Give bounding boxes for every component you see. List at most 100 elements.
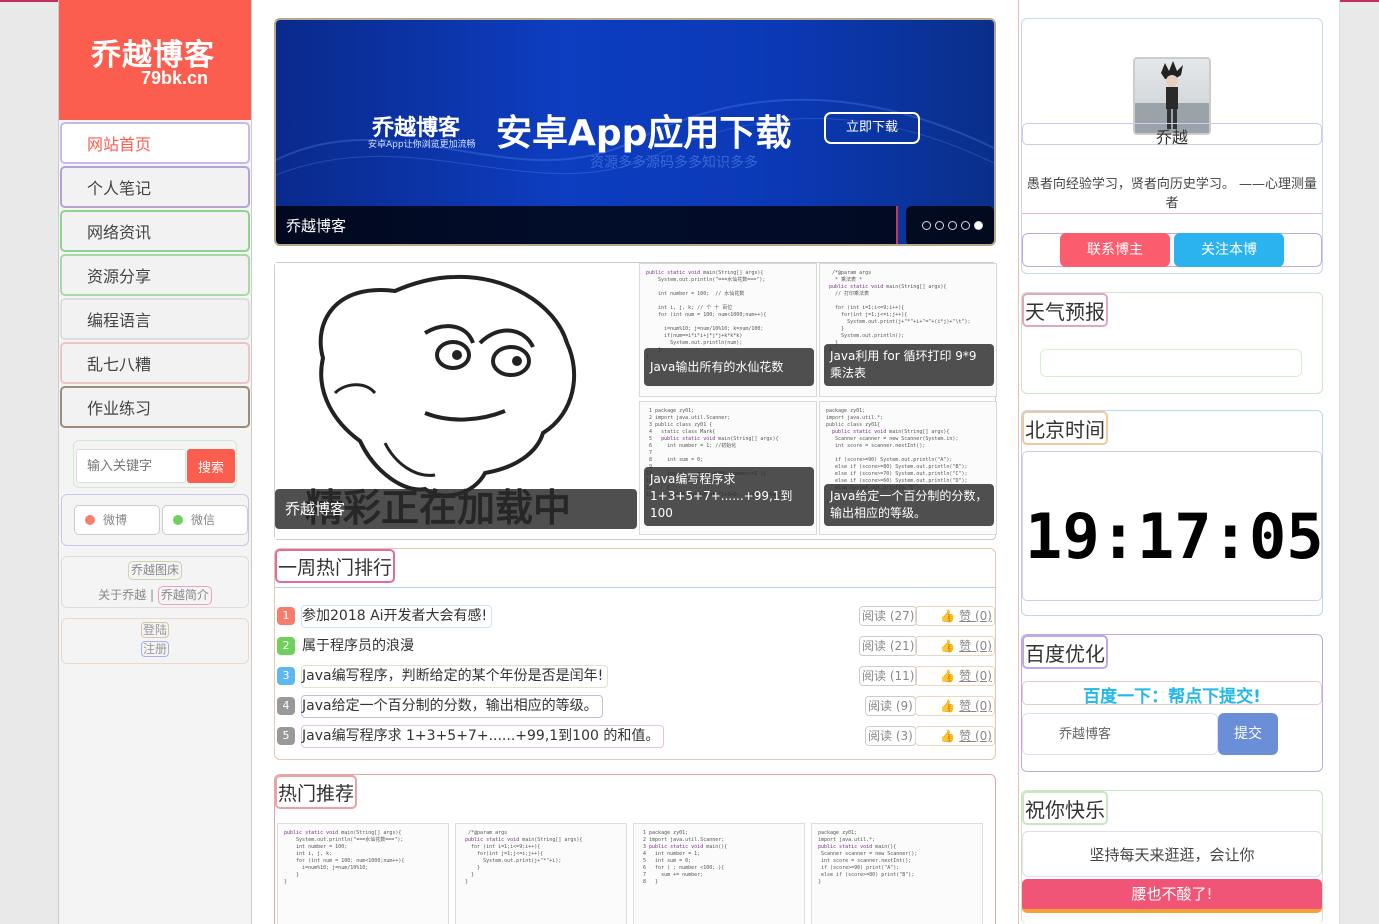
rank-number: 5 xyxy=(277,727,295,745)
thumbs-up-icon: 👍 xyxy=(940,609,960,623)
about-label: 关于乔越 xyxy=(98,588,147,602)
search-box: 搜索 xyxy=(73,440,237,488)
featured-card[interactable]: public static void main(String[] args){ … xyxy=(639,263,817,397)
thumbs-up-icon: 👍 xyxy=(940,639,960,653)
thumbs-up-icon: 👍 xyxy=(940,669,960,683)
rank-title[interactable]: Java编写程序求 1+3+5+7+......+99,1到100 的和值。 xyxy=(301,725,665,748)
banner-headline: 安卓App应用下载 xyxy=(496,113,792,154)
like-button[interactable]: 👍 赞 (0) xyxy=(915,726,995,746)
nav-homework[interactable]: 作业练习 xyxy=(60,386,250,428)
main-content: 乔越博客 安卓App让你浏览更加流畅 安卓App应用下载 资源多多源码多多知识多… xyxy=(252,0,1020,924)
right-sidebar: 乔越 愚者向经验学习，贤者向历史学习。 ——心理测量者 联系博主 关注本博 天气… xyxy=(1018,0,1340,924)
read-count: 阅读 (3) xyxy=(865,726,916,746)
banner-caption[interactable]: 乔越博客 xyxy=(276,206,898,244)
slider-dot[interactable] xyxy=(961,221,970,230)
like-count: 赞 (0) xyxy=(959,699,992,713)
slider-dot-active[interactable] xyxy=(974,221,983,230)
featured-card[interactable]: package zy01; import java.util.*; public… xyxy=(819,401,997,535)
code-screenshot: package zy01; import java.util.*; public… xyxy=(818,830,918,885)
weibo-button[interactable]: 微博 xyxy=(74,505,160,535)
like-button[interactable]: 👍 赞 (0) xyxy=(915,606,995,626)
nav-home[interactable]: 网站首页 xyxy=(60,122,250,164)
slider-dot[interactable] xyxy=(935,221,944,230)
featured-card[interactable]: /*@param args * 乘法表 * public static void… xyxy=(819,263,997,397)
rank-title[interactable]: 参加2018 Ai开发者大会有感! xyxy=(301,605,493,628)
rank-number: 4 xyxy=(277,697,295,715)
weibo-label: 微博 xyxy=(103,513,128,527)
nav-resources[interactable]: 资源分享 xyxy=(60,254,250,296)
site-logo[interactable]: 乔越博客 79bk.cn xyxy=(59,0,251,120)
like-button[interactable]: 👍 赞 (0) xyxy=(915,696,995,716)
slider-dots xyxy=(906,206,994,244)
search-input[interactable] xyxy=(76,449,186,483)
like-count: 赞 (0) xyxy=(959,639,992,653)
seo-panel: 百度优化 百度一下：帮点下提交! 乔越博客 提交 xyxy=(1021,634,1323,772)
featured-card-caption: Java编写程序求 1+3+5+7+......+99,1到100 xyxy=(644,467,814,526)
nav-misc[interactable]: 乱七八糟 xyxy=(60,342,250,384)
weibo-icon xyxy=(85,515,95,525)
download-button[interactable]: 立即下载 xyxy=(824,112,920,144)
read-count: 阅读 (11) xyxy=(859,666,918,686)
nav-programming[interactable]: 编程语言 xyxy=(60,298,250,340)
profile-card: 乔越 愚者向经验学习，贤者向历史学习。 ——心理测量者 联系博主 关注本博 xyxy=(1021,18,1323,274)
rank-title[interactable]: 属于程序员的浪漫 xyxy=(301,635,419,658)
like-button[interactable]: 👍 赞 (0) xyxy=(915,636,995,656)
nav-notes[interactable]: 个人笔记 xyxy=(60,166,250,208)
weekly-ranking-title: 一周热门排行 xyxy=(275,549,396,583)
ranking-item[interactable]: 1 参加2018 Ai开发者大会有感! 阅读 (27) 👍 赞 (0) xyxy=(275,605,995,631)
seo-headline: 百度一下：帮点下提交! xyxy=(1022,681,1322,707)
weixin-label: 微信 xyxy=(191,513,216,527)
weather-title: 天气预报 xyxy=(1022,293,1108,327)
weixin-icon xyxy=(173,515,183,525)
seo-input[interactable]: 乔越博客 xyxy=(1022,713,1218,755)
seo-title: 百度优化 xyxy=(1022,635,1108,669)
auth-links: 登陆 注册 xyxy=(61,618,249,664)
about-link[interactable]: 乔越简介 xyxy=(157,586,212,605)
featured-grid: 精彩正在加载中 乔越博客 public static void main(Str… xyxy=(274,262,997,540)
recommend-card[interactable]: 1 package zy01; 2 import java.util.Scann… xyxy=(633,823,805,924)
seo-submit-button[interactable]: 提交 xyxy=(1218,713,1278,755)
ranking-item[interactable]: 3 Java编写程序，判断给定的某个年份是否是闰年! 阅读 (11) 👍 赞 (… xyxy=(275,665,995,691)
rank-number: 3 xyxy=(277,667,295,685)
code-screenshot: /*@param args public static void main(St… xyxy=(465,830,583,885)
left-sidebar: 乔越博客 79bk.cn 网站首页 个人笔记 网络资讯 资源分享 编程语言 乱七… xyxy=(58,0,252,924)
featured-main-caption: 乔越博客 xyxy=(275,489,637,529)
link-divider: | xyxy=(149,588,158,602)
nav-news[interactable]: 网络资讯 xyxy=(60,210,250,252)
weather-widget xyxy=(1040,349,1302,377)
social-links: 微博 微信 xyxy=(61,494,249,546)
rank-number: 2 xyxy=(277,637,295,655)
avatar-image xyxy=(1135,61,1209,133)
weather-panel: 天气预报 xyxy=(1021,292,1323,394)
login-link[interactable]: 登陆 xyxy=(140,622,169,638)
featured-card[interactable]: 1 package zy01; 2 import java.util.Scann… xyxy=(639,401,817,535)
hot-recommend-panel: 热门推荐 public static void main(String[] ar… xyxy=(274,774,996,924)
banner-slider[interactable]: 乔越博客 安卓App让你浏览更加流畅 安卓App应用下载 资源多多源码多多知识多… xyxy=(274,18,996,246)
gallery-link[interactable]: 乔越图床 xyxy=(127,561,182,580)
recommend-card[interactable]: public static void main(String[] args){ … xyxy=(277,823,449,924)
slider-dot[interactable] xyxy=(948,221,957,230)
featured-main[interactable]: 精彩正在加载中 乔越博客 xyxy=(275,263,637,539)
greeting-line2: 腰也不酸了! xyxy=(1022,879,1322,913)
like-button[interactable]: 👍 赞 (0) xyxy=(915,666,995,686)
ranking-item[interactable]: 2 属于程序员的浪漫 阅读 (21) 👍 赞 (0) xyxy=(275,635,995,661)
recommend-card[interactable]: /*@param args public static void main(St… xyxy=(455,823,627,924)
search-button[interactable]: 搜索 xyxy=(187,449,235,483)
slider-dot[interactable] xyxy=(922,221,931,230)
ranking-item[interactable]: 4 Java给定一个百分制的分数，输出相应的等级。 阅读 (9) 👍 赞 (0) xyxy=(275,695,995,721)
code-screenshot: /*@param args * 乘法表 * public static void… xyxy=(829,270,971,353)
follow-button[interactable]: 关注本博 xyxy=(1174,233,1284,267)
divider xyxy=(275,587,995,605)
greeting-line1: 坚持每天来逛逛，会让你 xyxy=(1022,831,1322,877)
rank-title[interactable]: Java给定一个百分制的分数，输出相应的等级。 xyxy=(301,695,603,718)
weixin-button[interactable]: 微信 xyxy=(162,505,248,535)
rank-number: 1 xyxy=(277,607,295,625)
site-domain: 79bk.cn xyxy=(141,68,209,88)
greeting-title: 祝你快乐 xyxy=(1022,791,1108,825)
rank-title[interactable]: Java编写程序，判断给定的某个年份是否是闰年! xyxy=(301,665,609,688)
recommend-card[interactable]: package zy01; import java.util.*; public… xyxy=(811,823,983,924)
ranking-item[interactable]: 5 Java编写程序求 1+3+5+7+......+99,1到100 的和值。… xyxy=(275,725,995,751)
main-nav: 网站首页 个人笔记 网络资讯 资源分享 编程语言 乱七八糟 作业练习 xyxy=(59,122,251,428)
register-link[interactable]: 注册 xyxy=(140,641,169,657)
contact-button[interactable]: 联系博主 xyxy=(1060,233,1170,267)
